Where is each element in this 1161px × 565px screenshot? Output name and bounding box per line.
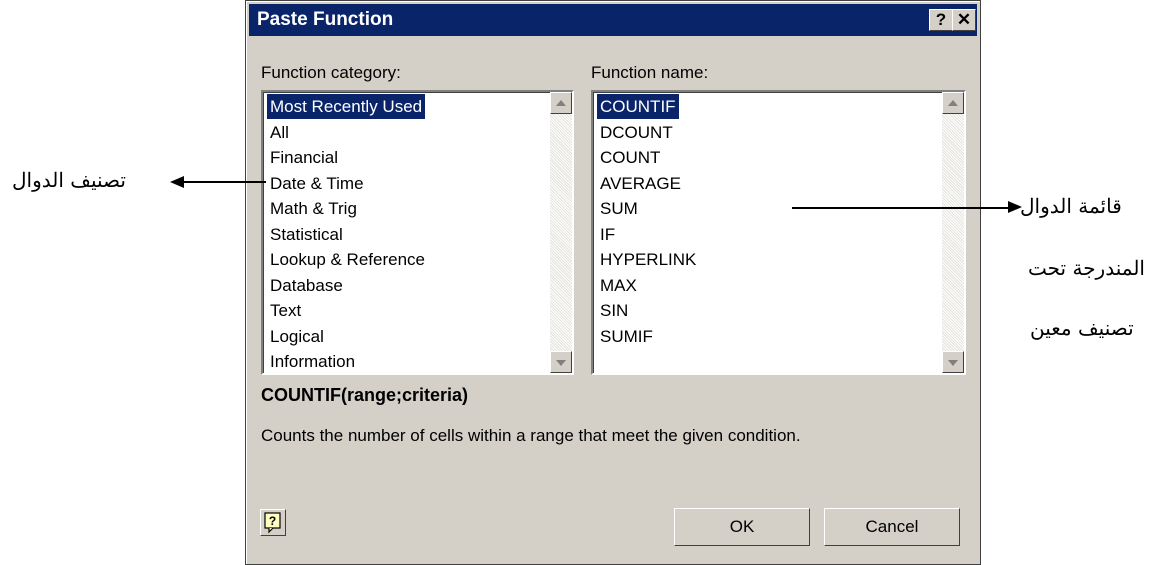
category-scrollbar[interactable] (550, 92, 572, 373)
help-icon-button[interactable]: ? (260, 509, 286, 536)
cancel-button[interactable]: Cancel (824, 508, 960, 546)
list-item[interactable]: MAX (597, 273, 640, 298)
up-arrow-icon (556, 100, 566, 106)
function-name-label: Function name: (591, 63, 709, 82)
close-button[interactable]: ✕ (952, 9, 976, 31)
svg-text:?: ? (269, 514, 276, 528)
list-item[interactable]: HYPERLINK (597, 247, 699, 272)
list-item[interactable]: SUMIF (597, 324, 656, 349)
list-item[interactable]: SIN (597, 298, 631, 323)
list-item[interactable]: Most Recently Used (267, 94, 426, 119)
category-label: Function category: (261, 63, 401, 82)
scroll-down-button[interactable] (942, 351, 964, 373)
arrowhead-left-icon (170, 176, 184, 188)
list-item[interactable]: Information (267, 349, 358, 373)
annotation-function-list-line2: المندرجة تحت (1028, 256, 1145, 280)
annotation-arrow-left (180, 181, 266, 183)
up-arrow-icon (948, 100, 958, 106)
annotation-function-list-line3: تصنيف معين (1030, 316, 1134, 340)
scroll-down-button[interactable] (550, 351, 572, 373)
list-item[interactable]: AVERAGE (597, 171, 684, 196)
function-description: Counts the number of cells within a rang… (261, 426, 801, 445)
list-item[interactable]: IF (597, 222, 618, 247)
list-item[interactable]: SUM (597, 196, 641, 221)
annotation-function-list-line1: قائمة الدوال (1020, 194, 1122, 218)
list-item[interactable]: COUNTIF (597, 94, 679, 119)
down-arrow-icon (948, 360, 958, 366)
function-scrollbar[interactable] (942, 92, 964, 373)
list-item[interactable]: Lookup & Reference (267, 247, 428, 272)
annotation-category: تصنيف الدوال (12, 168, 126, 192)
list-item[interactable]: Financial (267, 145, 341, 170)
list-item[interactable]: DCOUNT (597, 120, 676, 145)
annotation-arrow-right (792, 207, 1015, 209)
list-item[interactable]: Text (267, 298, 304, 323)
list-item[interactable]: Statistical (267, 222, 346, 247)
list-item[interactable]: All (267, 120, 292, 145)
function-syntax: COUNTIF(range;criteria) (261, 385, 469, 405)
category-list[interactable]: Information Logical Text Database Lookup & R… (261, 90, 574, 375)
list-item[interactable]: Database (267, 273, 346, 298)
down-arrow-icon (556, 360, 566, 366)
paste-function-dialog: Paste Function ? ✕ Function category: Fu… (245, 0, 981, 565)
function-name-list[interactable]: SUMIF SIN MAX HYPERLINK IF SUM AVERAGE COUNT DCO… (591, 90, 966, 375)
list-item[interactable]: Math & Trig (267, 196, 360, 221)
dialog-title: Paste Function (257, 9, 394, 30)
list-item[interactable]: Logical (267, 324, 327, 349)
question-balloon-icon: ? (264, 512, 281, 534)
list-item[interactable]: COUNT (597, 145, 663, 170)
help-button[interactable]: ? (929, 9, 953, 31)
scroll-up-button[interactable] (550, 92, 572, 114)
ok-button[interactable]: OK (674, 508, 810, 546)
title-bar[interactable]: Paste Function ? ✕ (249, 4, 977, 36)
scroll-up-button[interactable] (942, 92, 964, 114)
list-item[interactable]: Date & Time (267, 171, 367, 196)
